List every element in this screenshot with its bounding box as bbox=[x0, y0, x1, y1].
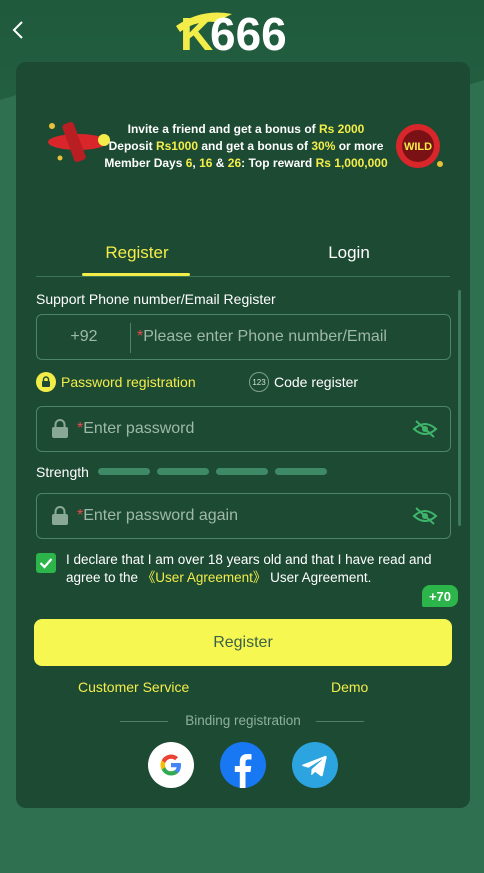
lock-icon bbox=[52, 419, 68, 438]
register-section-label: Support Phone number/Email Register bbox=[36, 291, 276, 307]
password-strength: Strength bbox=[36, 462, 451, 482]
user-agreement-row: I declare that I am over 18 years old an… bbox=[36, 551, 451, 591]
password-placeholder: * Enter password bbox=[77, 420, 195, 437]
code-register-option[interactable]: 123 Code register bbox=[249, 370, 358, 394]
google-login-button[interactable] bbox=[148, 742, 194, 788]
promo-banner-text: Invite a friend and get a bonus of Rs 20… bbox=[104, 122, 388, 170]
eye-off-icon[interactable] bbox=[412, 506, 438, 526]
agreement-checkbox[interactable] bbox=[36, 553, 56, 573]
binding-registration-label: Binding registration bbox=[185, 713, 301, 728]
demo-link[interactable]: Demo bbox=[331, 679, 368, 695]
k666-logo: K 666 bbox=[172, 4, 314, 60]
user-agreement-link[interactable]: 《User Agreement》 bbox=[142, 570, 267, 585]
register-mode-selector: Password registration 123 Code register bbox=[36, 370, 451, 394]
tabs-divider bbox=[36, 276, 450, 277]
country-code-selector[interactable]: +92 bbox=[37, 315, 131, 359]
tab-register[interactable]: Register bbox=[82, 230, 192, 276]
auth-tabs: Register Login bbox=[36, 230, 450, 277]
facebook-icon bbox=[234, 754, 252, 788]
bonus-badge: +70 bbox=[422, 585, 458, 607]
eye-off-icon[interactable] bbox=[412, 419, 438, 439]
form-scrollbar[interactable] bbox=[458, 290, 461, 526]
svg-text:666: 666 bbox=[210, 8, 287, 54]
strength-bar-1 bbox=[98, 468, 150, 475]
password-registration-option[interactable]: Password registration bbox=[36, 370, 196, 394]
number-code-icon: 123 bbox=[249, 372, 269, 392]
phone-email-field[interactable]: +92 * Please enter Phone number/Email bbox=[36, 314, 451, 360]
register-button[interactable]: Register bbox=[34, 619, 452, 666]
strength-bar-4 bbox=[275, 468, 327, 475]
tab-login[interactable]: Login bbox=[294, 230, 404, 276]
agreement-text: I declare that I am over 18 years old an… bbox=[66, 552, 432, 585]
facebook-login-button[interactable] bbox=[220, 742, 266, 788]
confirm-password-placeholder: * Enter password again bbox=[77, 507, 238, 524]
password-field[interactable]: * Enter password bbox=[36, 406, 451, 452]
register-card: Invite a friend and get a bonus of Rs 20… bbox=[16, 62, 470, 808]
back-button[interactable] bbox=[6, 16, 30, 44]
google-icon bbox=[160, 754, 181, 776]
lock-badge-icon bbox=[36, 372, 56, 392]
svg-text:K: K bbox=[180, 8, 213, 54]
wild-badge-icon: WILD bbox=[396, 124, 443, 168]
checkmark-icon bbox=[39, 558, 53, 569]
prefix-divider bbox=[130, 323, 131, 353]
telegram-icon bbox=[302, 755, 327, 777]
binding-divider-right bbox=[316, 721, 364, 722]
binding-divider-left bbox=[120, 721, 168, 722]
lock-icon bbox=[52, 506, 68, 525]
confirm-password-field[interactable]: * Enter password again bbox=[36, 493, 451, 539]
chevron-left-icon bbox=[12, 21, 23, 39]
customer-service-link[interactable]: Customer Service bbox=[78, 679, 189, 695]
phone-email-placeholder: * Please enter Phone number/Email bbox=[137, 328, 387, 345]
strength-bar-2 bbox=[157, 468, 209, 475]
telegram-login-button[interactable] bbox=[292, 742, 338, 788]
strength-label: Strength bbox=[36, 464, 89, 480]
svg-text:WILD: WILD bbox=[404, 141, 432, 153]
strength-bar-3 bbox=[216, 468, 268, 475]
